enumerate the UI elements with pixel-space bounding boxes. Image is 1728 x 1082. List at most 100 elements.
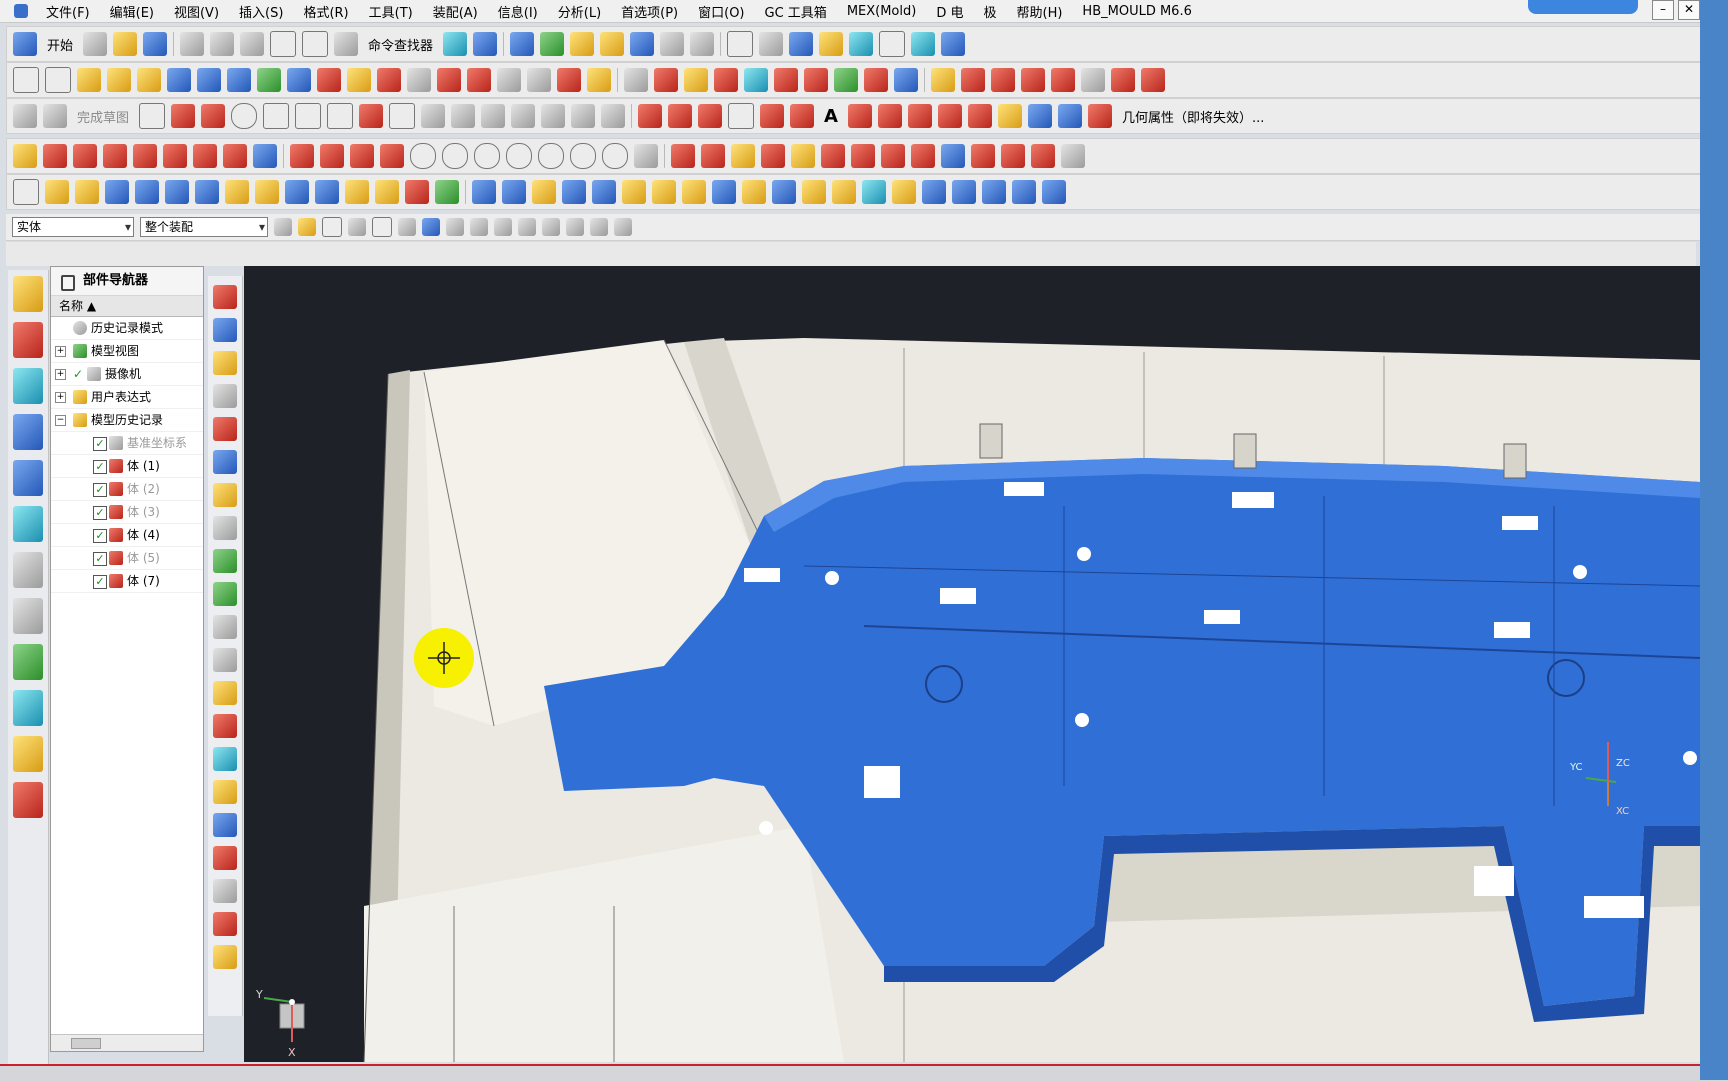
thread-icon[interactable]	[892, 180, 916, 204]
system-scenes-icon[interactable]	[13, 782, 43, 818]
edit-length-icon[interactable]	[163, 144, 187, 168]
quick-extend-icon[interactable]	[481, 104, 506, 128]
basic-arc-icon[interactable]	[668, 104, 693, 128]
make-corner-icon[interactable]	[511, 104, 536, 128]
pattern-icon[interactable]	[622, 180, 646, 204]
chamfer-feature-icon[interactable]	[532, 180, 556, 204]
helix-icon[interactable]	[847, 104, 872, 128]
display-mode-icon[interactable]	[941, 32, 966, 56]
reuse-library-icon[interactable]	[13, 414, 43, 450]
replace-face-icon[interactable]	[497, 68, 521, 92]
ejector-tool-icon[interactable]	[213, 615, 237, 639]
parting-tool-icon[interactable]	[213, 516, 237, 540]
arc-tangent-icon[interactable]	[602, 143, 628, 169]
cut-icon[interactable]	[180, 32, 205, 56]
menu-gc-toolbox[interactable]: GC 工具箱	[755, 2, 837, 21]
nav-row-body-1[interactable]: ✓ 体 (1)	[51, 455, 203, 478]
extend-curve-icon[interactable]	[961, 68, 985, 92]
nav-row-body-5[interactable]: ✓ 体 (5)	[51, 547, 203, 570]
edit-curve-icon[interactable]	[13, 144, 37, 168]
swept-icon[interactable]	[137, 68, 161, 92]
visibility-checkbox[interactable]: ✓	[93, 460, 107, 474]
constraints-icon[interactable]	[541, 104, 566, 128]
edit-spline-icon[interactable]	[193, 144, 217, 168]
studio-spline-icon[interactable]	[790, 104, 815, 128]
circle-tangent-icon[interactable]	[474, 143, 500, 169]
menu-assembly[interactable]: 装配(A)	[423, 2, 488, 21]
info-icon[interactable]	[473, 32, 498, 56]
family-mold-icon[interactable]	[213, 450, 237, 474]
cooling-tool-icon[interactable]	[213, 813, 237, 837]
corner-curve-icon[interactable]	[1051, 68, 1075, 92]
visibility-checkbox[interactable]: ✓	[93, 483, 107, 497]
sphere-icon[interactable]	[195, 180, 219, 204]
expand-icon[interactable]: +	[55, 392, 66, 403]
conic-icon[interactable]	[877, 104, 902, 128]
quick-trim-icon[interactable]	[451, 104, 476, 128]
moldbase-icon[interactable]	[821, 144, 845, 168]
bom-icon[interactable]	[213, 912, 237, 936]
layer-icon[interactable]	[510, 32, 535, 56]
bounded-plane-icon[interactable]	[45, 67, 71, 93]
nav-row-body-4[interactable]: ✓ 体 (4)	[51, 524, 203, 547]
web-browser-icon[interactable]	[13, 506, 43, 542]
visibility-checkbox[interactable]: ✓	[93, 437, 107, 451]
background-icon[interactable]	[849, 32, 874, 56]
block-icon[interactable]	[105, 180, 129, 204]
mirror-feature-icon[interactable]	[652, 180, 676, 204]
smooth-spline-icon[interactable]	[1111, 68, 1135, 92]
intersect-icon[interactable]	[405, 180, 429, 204]
layout-tool-icon[interactable]	[213, 417, 237, 441]
menu-help[interactable]: 帮助(H)	[1007, 2, 1073, 21]
assembly-navigator-icon[interactable]	[13, 276, 43, 312]
nav-row-body-3[interactable]: ✓ 体 (3)	[51, 501, 203, 524]
nav-row-user-expressions[interactable]: + 用户表达式	[51, 386, 203, 409]
patch-icon[interactable]	[377, 68, 401, 92]
section-view-icon[interactable]	[911, 32, 936, 56]
law-extension-icon[interactable]	[407, 68, 431, 92]
scope-filter-select[interactable]: 整个装配	[140, 217, 268, 237]
attribute-icon[interactable]	[1087, 104, 1112, 128]
boss-icon[interactable]	[255, 180, 279, 204]
point-icon[interactable]	[389, 103, 416, 129]
revolve-icon[interactable]	[75, 180, 99, 204]
electrode-icon[interactable]	[1061, 144, 1085, 168]
gate-tool-icon[interactable]	[213, 747, 237, 771]
plane-icon[interactable]	[13, 67, 39, 93]
cavity-layout-icon[interactable]	[731, 144, 755, 168]
paint-icon[interactable]	[634, 144, 658, 168]
resize-blend-icon[interactable]	[772, 180, 796, 204]
dimension-icon[interactable]	[571, 104, 596, 128]
visibility-checkbox[interactable]: ✓	[93, 529, 107, 543]
point-on-curve-snap-icon[interactable]	[566, 218, 584, 236]
sketch-icon[interactable]	[13, 104, 37, 128]
line-icon[interactable]	[171, 104, 196, 128]
roles-icon[interactable]	[13, 736, 43, 772]
offset-face-icon[interactable]	[287, 68, 311, 92]
redo-icon[interactable]	[302, 31, 329, 57]
parting-icon[interactable]	[791, 144, 815, 168]
extrude-icon[interactable]	[45, 180, 69, 204]
trim-body-icon[interactable]	[562, 180, 586, 204]
groove-icon[interactable]	[982, 180, 1006, 204]
standard-part-tool-icon[interactable]	[213, 582, 237, 606]
point-set-icon[interactable]	[997, 104, 1022, 128]
subtract-icon[interactable]	[375, 180, 399, 204]
select-intent-icon[interactable]	[322, 217, 342, 237]
offset-icon[interactable]	[421, 104, 446, 128]
model-view[interactable]: YC ZC XC Y X	[244, 266, 1700, 1062]
expand-icon[interactable]: +	[55, 346, 66, 357]
drawing-icon[interactable]	[213, 945, 237, 969]
wcs-orient-icon[interactable]	[600, 32, 625, 56]
start-icon[interactable]	[13, 32, 37, 56]
orient-view-icon[interactable]	[759, 32, 784, 56]
point-on-face-snap-icon[interactable]	[590, 218, 608, 236]
process-studio-icon[interactable]	[13, 644, 43, 680]
offset-in-face-icon[interactable]	[1141, 68, 1165, 92]
insert-icon[interactable]	[941, 144, 965, 168]
bounded-grid-snap-icon[interactable]	[614, 218, 632, 236]
wcs-tool-icon[interactable]	[213, 318, 237, 342]
menu-hb-mould[interactable]: HB_MOULD M6.6	[1072, 4, 1201, 19]
curve-length-icon[interactable]	[1081, 68, 1105, 92]
pin-icon[interactable]	[61, 275, 75, 291]
